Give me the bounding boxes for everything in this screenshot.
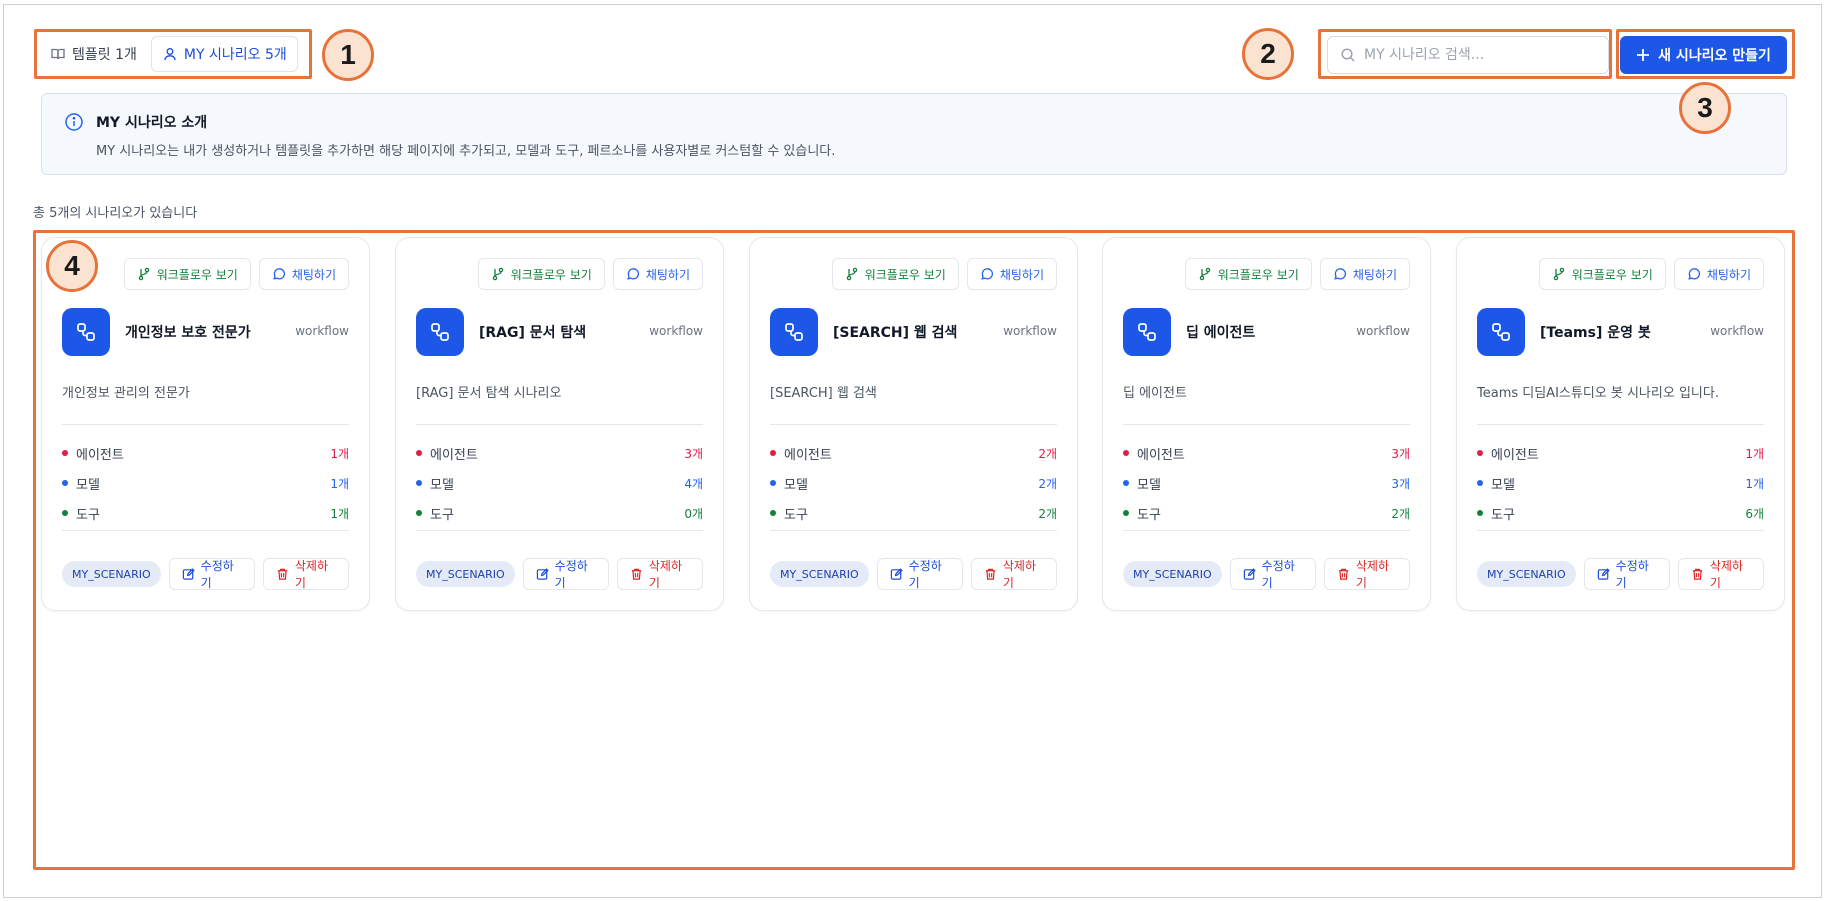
annotation-badge-2: 2 <box>1242 28 1294 80</box>
info-banner: MY 시나리오 소개 MY 시나리오는 내가 생성하거나 템플릿을 추가하면 해… <box>41 93 1787 175</box>
annotation-box-4 <box>33 230 1795 870</box>
info-icon <box>65 113 83 131</box>
info-title: MY 시나리오 소개 <box>96 115 208 131</box>
info-description: MY 시나리오는 내가 생성하거나 템플릿을 추가하면 해당 페이지에 추가되고… <box>96 144 836 159</box>
scenario-count: 총 5개의 시나리오가 있습니다 <box>33 206 198 221</box>
annotation-box-3 <box>1616 29 1795 79</box>
annotation-box-1 <box>34 29 312 79</box>
annotation-badge-1: 1 <box>322 29 374 81</box>
annotation-badge-3: 3 <box>1679 82 1731 134</box>
annotation-box-2 <box>1318 29 1612 79</box>
annotation-badge-4: 4 <box>46 240 98 292</box>
